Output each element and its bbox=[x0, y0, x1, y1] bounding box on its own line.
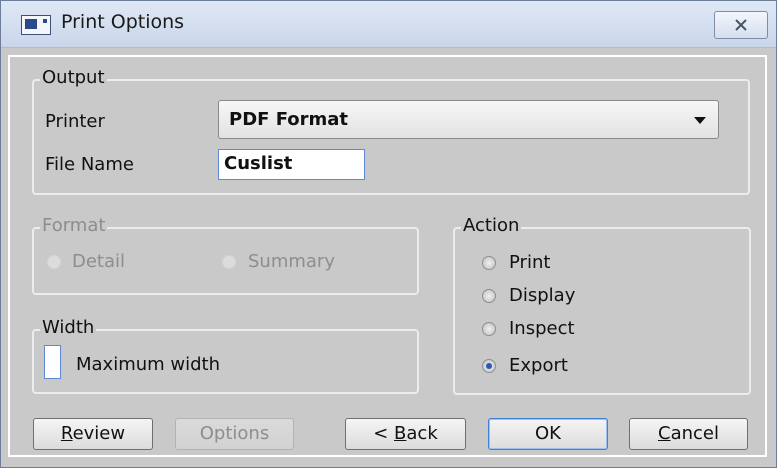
inspect-radio[interactable] bbox=[482, 322, 496, 336]
summary-radio[interactable] bbox=[222, 255, 236, 269]
width-legend: Width bbox=[40, 317, 97, 338]
close-icon bbox=[735, 19, 747, 31]
inspect-label: Inspect bbox=[509, 318, 575, 339]
action-group: Action bbox=[453, 215, 751, 395]
maximum-width-checkbox[interactable] bbox=[44, 345, 61, 379]
back-button[interactable]: < Back bbox=[345, 418, 466, 450]
detail-radio[interactable] bbox=[47, 255, 61, 269]
file-name-label: File Name bbox=[45, 154, 134, 175]
cancel-mnemonic: C bbox=[658, 423, 671, 444]
cancel-button[interactable]: Cancel bbox=[629, 418, 748, 450]
window-title: Print Options bbox=[61, 11, 185, 33]
file-name-field[interactable]: Cuslist bbox=[218, 149, 365, 180]
detail-label: Detail bbox=[72, 251, 126, 272]
printer-select[interactable]: PDF Format bbox=[218, 100, 719, 139]
ok-button[interactable]: OK bbox=[488, 418, 608, 450]
cancel-text: ancel bbox=[670, 423, 719, 444]
display-radio[interactable] bbox=[482, 289, 496, 303]
printer-value: PDF Format bbox=[229, 109, 349, 130]
review-button[interactable]: Review bbox=[33, 418, 153, 450]
review-mnemonic: R bbox=[60, 423, 73, 444]
title-bar: Print Options bbox=[1, 1, 776, 48]
options-button[interactable]: Options bbox=[175, 418, 294, 450]
review-text: eview bbox=[72, 423, 126, 444]
display-label: Display bbox=[509, 285, 576, 306]
print-window-icon bbox=[21, 15, 51, 35]
print-options-dialog: Print Options Output Printer PDF Format … bbox=[0, 0, 777, 468]
print-label: Print bbox=[509, 252, 551, 273]
maximum-width-label: Maximum width bbox=[76, 354, 221, 375]
back-mnemonic: B bbox=[394, 423, 407, 444]
printer-label: Printer bbox=[45, 111, 105, 132]
export-radio[interactable] bbox=[482, 359, 496, 373]
back-text: ack bbox=[406, 423, 438, 444]
export-label: Export bbox=[509, 355, 568, 376]
summary-label: Summary bbox=[248, 251, 335, 272]
action-legend: Action bbox=[461, 215, 522, 236]
format-legend: Format bbox=[40, 215, 108, 236]
close-button[interactable] bbox=[714, 11, 768, 39]
print-radio[interactable] bbox=[482, 256, 496, 270]
chevron-down-icon[interactable] bbox=[694, 117, 706, 124]
back-prefix: < bbox=[373, 423, 395, 444]
output-legend: Output bbox=[40, 67, 107, 88]
